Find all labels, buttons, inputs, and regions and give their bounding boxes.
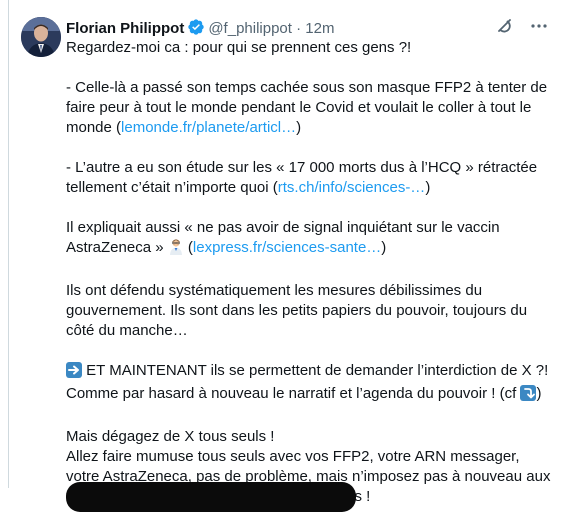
- link-lexpress[interactable]: lexpress.fr/sciences-sante…: [193, 239, 381, 256]
- tweet-header: Florian Philippot @f_philippot · 12m: [66, 18, 541, 38]
- author-name[interactable]: Florian Philippot: [66, 20, 184, 37]
- paragraph-text: (: [183, 239, 193, 256]
- arrow-curved-down-emoji: [520, 385, 537, 407]
- scientist-emoji: [168, 238, 184, 261]
- tweet-paragraph-2: - Celle-là a passé son temps cachée sous…: [66, 78, 552, 138]
- paragraph-text: Mais dégagez de X tous seuls !: [66, 428, 275, 445]
- paragraph-text: ET MAINTENANT ils se permettent de deman…: [66, 362, 549, 402]
- link-rts[interactable]: rts.ch/info/sciences-…: [278, 179, 426, 196]
- tweet-paragraph-4: Il expliquait aussi « ne pas avoir de si…: [66, 218, 552, 261]
- paragraph-text: ): [425, 179, 431, 196]
- paragraph-text: ): [536, 385, 542, 402]
- link-lemonde[interactable]: lemonde.fr/planete/articl…: [121, 119, 296, 136]
- paragraph-text: ): [296, 119, 302, 136]
- tweet-text: Regardez-moi ca : pour qui se prennent c…: [66, 38, 552, 507]
- timeline-border-left: [8, 0, 9, 488]
- tweet-paragraph-1: Regardez-moi ca : pour qui se prennent c…: [66, 39, 412, 56]
- attached-media[interactable]: [66, 482, 356, 512]
- author-handle[interactable]: @f_philippot: [208, 20, 292, 37]
- paragraph-text: ): [381, 239, 387, 256]
- arrow-right-emoji: [66, 362, 82, 384]
- grok-icon[interactable]: [495, 16, 515, 41]
- separator-dot: ·: [296, 20, 302, 37]
- post-timestamp[interactable]: 12m: [305, 20, 334, 37]
- avatar[interactable]: [21, 17, 61, 57]
- avatar-image: [21, 17, 61, 57]
- tweet-actions: [495, 18, 549, 38]
- tweet-paragraph-3: - L’autre a eu son étude sur les « 17 00…: [66, 158, 552, 198]
- more-options-icon[interactable]: [529, 16, 549, 41]
- tweet-paragraph-5: Ils ont défendu systématiquement les mes…: [66, 282, 528, 339]
- tweet-paragraph-6: ET MAINTENANT ils se permettent de deman…: [66, 361, 552, 407]
